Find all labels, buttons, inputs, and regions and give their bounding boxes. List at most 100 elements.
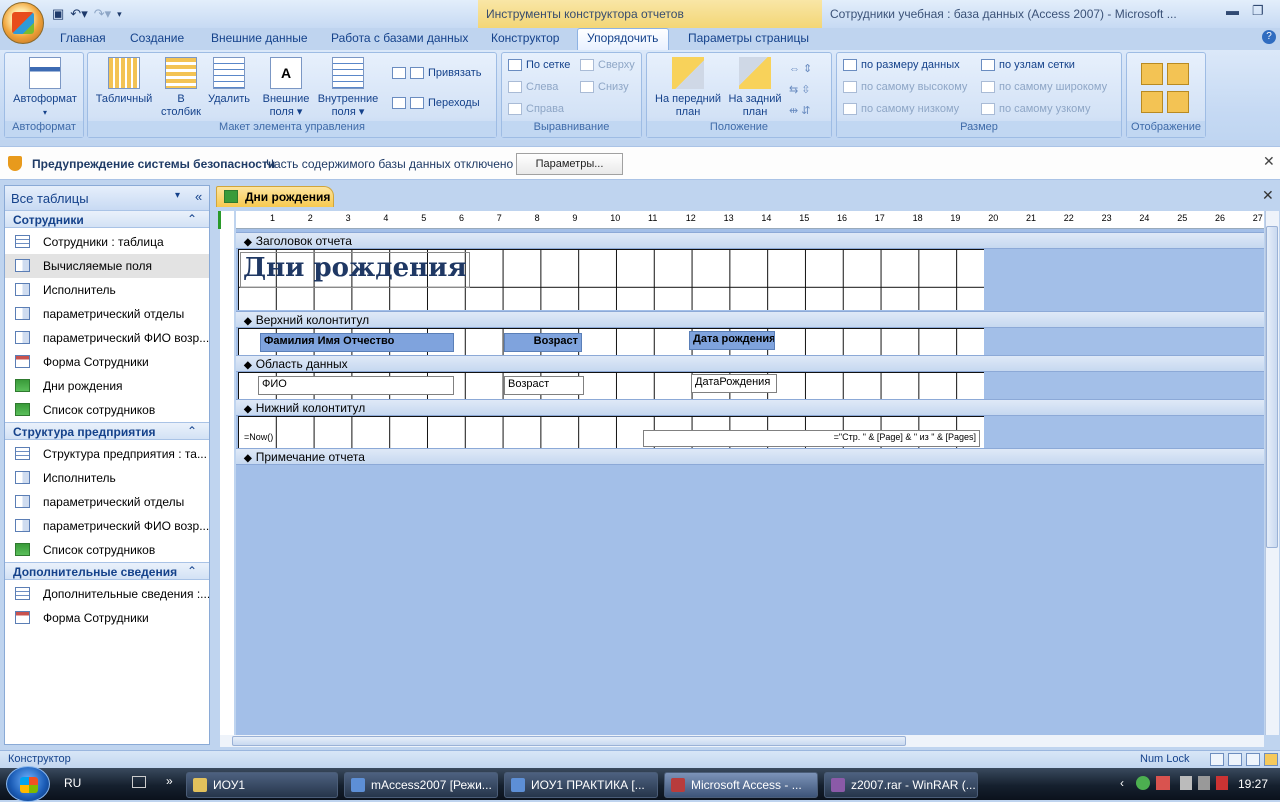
tabular-button[interactable]: Табличный: [91, 57, 157, 106]
size-shortest-button[interactable]: по самому низкому: [843, 103, 959, 115]
section-report-header[interactable]: ◆ Заголовок отчета: [236, 232, 1264, 249]
label-age[interactable]: Возраст: [504, 333, 582, 352]
align-right-button[interactable]: Справа: [508, 103, 564, 115]
nav-item[interactable]: Форма Сотрудники: [5, 606, 209, 630]
field-page-numbers[interactable]: ="Стр. " & [Page] & " из " & [Pages]: [643, 430, 980, 447]
tab-create[interactable]: Создание: [130, 31, 184, 45]
collapse-pane-icon[interactable]: «: [195, 189, 202, 204]
size-widest-button[interactable]: по самому широкому: [981, 81, 1107, 93]
tab-database-tools[interactable]: Работа с базами данных: [331, 31, 468, 45]
outer-fields-button[interactable]: A Внешние поля ▾: [258, 57, 314, 119]
nav-item[interactable]: Сотрудники : таблица: [5, 230, 209, 254]
tray-expand-icon[interactable]: ‹: [1120, 776, 1124, 790]
autoformat-button[interactable]: Автоформат ▾: [9, 57, 81, 119]
tab-page-setup[interactable]: Параметры страницы: [688, 31, 809, 45]
nav-item[interactable]: Вычисляемые поля: [5, 254, 209, 278]
horizontal-ruler[interactable]: 1 2 3 4 5 6 7 8 9 10 11 12 13 14 15 16 17 18 19 20 21 22 23 24 2…: [236, 211, 1264, 229]
undo-icon[interactable]: ↶▾: [70, 6, 87, 22]
nav-group-header[interactable]: Дополнительные сведения ⌃: [5, 562, 209, 580]
section-detail[interactable]: ◆ Область данных: [236, 355, 1264, 372]
send-to-back-button[interactable]: На задний план: [725, 57, 785, 119]
section-report-footer[interactable]: ◆ Примечание отчета: [236, 448, 1264, 465]
label-full-name[interactable]: Фамилия Имя Отчество: [260, 333, 454, 352]
grid-toggle-icon[interactable]: [1141, 63, 1163, 85]
nav-item[interactable]: Структура предприятия : та...: [5, 442, 209, 466]
layout-view-icon[interactable]: [1246, 753, 1260, 766]
tab-order-button[interactable]: Переходы: [392, 97, 480, 109]
office-button[interactable]: [2, 2, 44, 44]
nav-item[interactable]: Дополнительные сведения :...: [5, 582, 209, 606]
report-title-label[interactable]: Дни рождения: [240, 252, 470, 288]
nav-group-header[interactable]: Структура предприятия ⌃: [5, 422, 209, 440]
show-desktop-icon[interactable]: [132, 776, 146, 788]
collapse-group-icon[interactable]: ⌃: [187, 424, 197, 438]
collapse-group-icon[interactable]: ⌃: [187, 564, 197, 578]
design-view-icon[interactable]: [1264, 753, 1278, 766]
align-left-button[interactable]: Слева: [508, 81, 558, 93]
close-icon[interactable]: ✕: [1263, 153, 1275, 170]
minimize-icon[interactable]: ▬: [1226, 3, 1239, 18]
nav-item[interactable]: параметрический ФИО возр...: [5, 326, 209, 350]
stacked-button[interactable]: Встолбик: [158, 57, 204, 119]
print-preview-icon[interactable]: [1228, 753, 1242, 766]
chevron-down-icon[interactable]: ▾: [175, 190, 180, 201]
field-now[interactable]: =Now(): [240, 430, 280, 447]
ruler-toggle-icon[interactable]: [1167, 63, 1189, 85]
network-icon[interactable]: [1136, 776, 1150, 790]
report-header-toggle-icon[interactable]: [1167, 91, 1189, 113]
align-top-button[interactable]: Сверху: [580, 59, 635, 71]
inner-fields-button[interactable]: Внутренние поля ▾: [314, 57, 382, 119]
nav-item[interactable]: Форма Сотрудники: [5, 350, 209, 374]
page-header-toggle-icon[interactable]: [1141, 91, 1163, 113]
nav-item[interactable]: параметрический ФИО возр...: [5, 514, 209, 538]
customize-qat-icon[interactable]: ▾: [117, 9, 122, 20]
start-button[interactable]: [6, 766, 50, 802]
document-tab[interactable]: Дни рождения: [216, 186, 334, 207]
anchor-button[interactable]: Привязать: [392, 67, 482, 79]
vertical-scroll-thumb[interactable]: [1266, 226, 1278, 548]
nav-item[interactable]: Исполнитель: [5, 278, 209, 302]
nav-pane-header[interactable]: Все таблицы ▾ «: [5, 186, 209, 210]
size-to-fit-button[interactable]: по размеру данных: [843, 59, 960, 71]
report-view-icon[interactable]: [1210, 753, 1224, 766]
volume-icon[interactable]: [1198, 776, 1210, 790]
security-options-button[interactable]: Параметры...: [516, 153, 623, 175]
close-document-icon[interactable]: ✕: [1262, 187, 1274, 204]
taskbar-item[interactable]: ИОУ1 ПРАКТИКА [...: [504, 772, 658, 798]
nav-item[interactable]: параметрический отделы: [5, 302, 209, 326]
bring-to-front-button[interactable]: На передний план: [649, 57, 727, 119]
nav-item[interactable]: Список сотрудников: [5, 398, 209, 422]
size-tallest-button[interactable]: по самому высокому: [843, 81, 967, 93]
taskbar-item[interactable]: z2007.rar - WinRAR (...: [824, 772, 978, 798]
tray-icon-2[interactable]: [1216, 776, 1228, 790]
nav-item[interactable]: параметрический отделы: [5, 490, 209, 514]
restore-icon[interactable]: ❐: [1252, 3, 1264, 19]
nav-group-header[interactable]: Сотрудники ⌃: [5, 210, 209, 228]
taskbar-item[interactable]: mAccess2007 [Режи...: [344, 772, 498, 798]
align-to-grid-button[interactable]: По сетке: [508, 59, 570, 71]
nav-item[interactable]: Дни рождения: [5, 374, 209, 398]
section-page-footer[interactable]: ◆ Нижний колонтитул: [236, 399, 1264, 416]
taskbar-item[interactable]: ИОУ1: [186, 772, 338, 798]
size-narrowest-button[interactable]: по самому узкому: [981, 103, 1090, 115]
align-bottom-button[interactable]: Снизу: [580, 81, 629, 93]
tab-arrange[interactable]: Упорядочить: [587, 31, 658, 45]
tab-design[interactable]: Конструктор: [491, 31, 559, 45]
label-birth-date[interactable]: Дата рождения: [689, 331, 775, 350]
nav-item[interactable]: Список сотрудников: [5, 538, 209, 562]
report-selector[interactable]: [218, 211, 234, 229]
more-quicklaunch-icon[interactable]: »: [166, 774, 173, 788]
taskbar-item-active[interactable]: Microsoft Access - ...: [664, 772, 818, 798]
language-indicator[interactable]: RU: [64, 776, 81, 790]
field-full-name[interactable]: ФИО: [258, 376, 454, 395]
collapse-group-icon[interactable]: ⌃: [187, 212, 197, 226]
nav-item[interactable]: Исполнитель: [5, 466, 209, 490]
tray-icon[interactable]: [1180, 776, 1192, 790]
remove-button[interactable]: Удалить: [204, 57, 254, 106]
section-page-header[interactable]: ◆ Верхний колонтитул: [236, 311, 1264, 328]
field-birth-date[interactable]: ДатаРождения: [691, 374, 777, 393]
size-to-grid-button[interactable]: по узлам сетки: [981, 59, 1075, 71]
field-age[interactable]: Возраст: [504, 376, 584, 395]
help-icon[interactable]: ?: [1262, 30, 1276, 44]
spacing-icons[interactable]: ⇔ ⇕ ⇆ ⇳ ⇹ ⇵: [789, 59, 812, 122]
